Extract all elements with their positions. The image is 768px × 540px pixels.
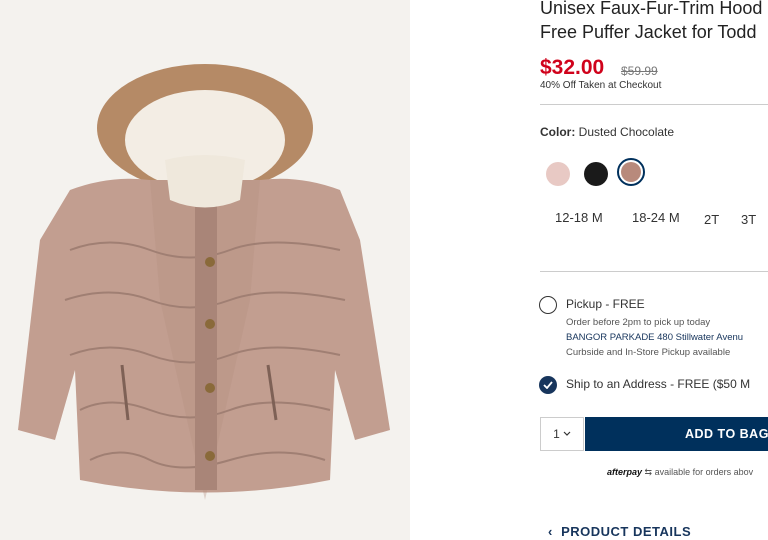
product-details-toggle[interactable]: ‹ PRODUCT DETAILS bbox=[548, 524, 691, 539]
product-image bbox=[0, 0, 410, 540]
pickup-radio[interactable] bbox=[539, 296, 557, 314]
afterpay-text: available for orders abov bbox=[654, 467, 754, 477]
product-details-label: PRODUCT DETAILS bbox=[561, 524, 692, 539]
chevron-down-icon bbox=[563, 431, 571, 436]
pickup-store-link[interactable]: BANGOR PARKADE 480 Stillwater Avenu bbox=[566, 332, 743, 343]
color-selection: Color: Dusted Chocolate bbox=[540, 125, 674, 139]
product-title-line1: Unisex Faux-Fur-Trim Hood bbox=[540, 0, 763, 18]
size-3t[interactable]: 3T bbox=[741, 212, 756, 227]
size-12-18m[interactable]: 12-18 M bbox=[555, 210, 603, 225]
ship-label: Ship to an Address - FREE ($50 M bbox=[566, 377, 751, 391]
size-18-24m[interactable]: 18-24 M bbox=[632, 210, 680, 225]
pickup-note: Order before 2pm to pick up today bbox=[566, 317, 711, 328]
color-value: Dusted Chocolate bbox=[578, 125, 675, 139]
promo-text: 40% Off Taken at Checkout bbox=[540, 80, 662, 91]
size-2t[interactable]: 2T bbox=[704, 212, 719, 227]
check-icon bbox=[543, 381, 553, 389]
product-title-line2: Free Puffer Jacket for Todd bbox=[540, 22, 757, 42]
afterpay-note: afterpay ⇆ available for orders abov bbox=[607, 467, 753, 478]
pickup-label: Pickup - FREE bbox=[566, 297, 645, 311]
chevron-left-icon: ‹ bbox=[548, 524, 553, 539]
original-price: $59.99 bbox=[621, 64, 658, 78]
divider bbox=[540, 271, 768, 272]
quantity-select[interactable]: 1 bbox=[540, 417, 584, 451]
jacket-illustration bbox=[18, 64, 390, 500]
swatch-light-pink[interactable] bbox=[546, 162, 570, 186]
quantity-value: 1 bbox=[553, 427, 560, 441]
swatch-dot bbox=[621, 162, 641, 182]
add-to-bag-label: ADD TO BAG bbox=[685, 427, 768, 441]
divider bbox=[540, 104, 768, 105]
add-to-bag-button[interactable]: ADD TO BAG bbox=[585, 417, 768, 451]
swatch-dusted-chocolate[interactable] bbox=[617, 158, 645, 186]
product-title: Unisex Faux-Fur-Trim Hood Free Puffer Ja… bbox=[540, 0, 768, 44]
afterpay-icon: ⇆ bbox=[644, 467, 653, 477]
afterpay-logo: afterpay bbox=[607, 467, 643, 477]
sale-price: $32.00 bbox=[540, 56, 605, 79]
swatch-black[interactable] bbox=[584, 162, 608, 186]
pickup-extra: Curbside and In-Store Pickup available bbox=[566, 347, 731, 358]
color-label: Color: bbox=[540, 125, 576, 139]
ship-radio[interactable] bbox=[539, 376, 557, 394]
